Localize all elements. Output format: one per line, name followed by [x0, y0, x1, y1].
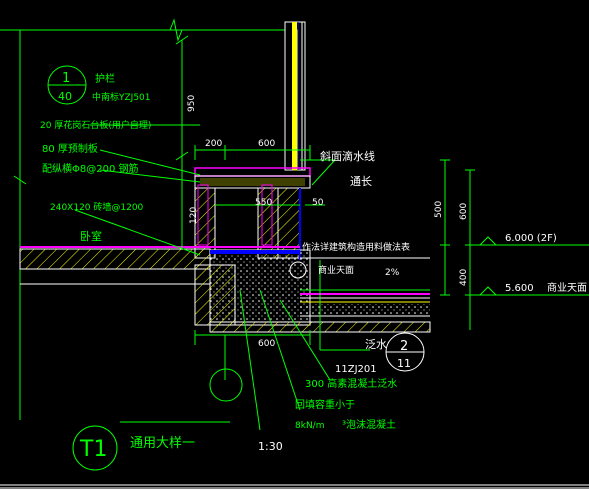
callout-right-bottom: 11 — [397, 357, 411, 370]
title-tag: T1 — [79, 437, 107, 462]
dim-600-bottom: 600 — [258, 339, 275, 349]
drawing-scale: 1:30 — [258, 440, 283, 453]
backfill-2-label: 8kN/m — [295, 421, 324, 431]
axis-circle — [209, 368, 243, 402]
std-label: 11ZJ201 — [335, 364, 377, 375]
callout-left-top: 1 — [62, 71, 70, 86]
elevation-2f: 6.000 (2F) — [505, 233, 557, 244]
dim-500: 500 — [434, 201, 444, 218]
sill-slab — [194, 167, 311, 189]
dim-50: 50 — [312, 198, 324, 208]
concrete-flash-label: 300 高素混凝土泛水 — [305, 377, 397, 390]
wall-label: 240X120 砖墙@1200 — [50, 201, 144, 213]
railing-ref: 中南标YZJ501 — [92, 91, 151, 103]
flashing-label: 泛水 — [365, 338, 387, 351]
bedroom-label: 卧室 — [80, 229, 102, 243]
slab-label: 80 厚预制板 — [42, 142, 98, 155]
granite-label: 20 厚花岗石台板(用户自理) — [40, 119, 151, 131]
rebar-label: 配纵横Φ8@200 钢筋 — [42, 162, 139, 175]
railing — [284, 21, 306, 171]
see-method-label: 作法详建筑构造用料做法表 — [302, 241, 410, 253]
backfill-label: 回填容重小于 — [295, 398, 355, 411]
shop-canopy-label: 商业天面 — [318, 264, 354, 276]
foam-label: ³泡沫混凝土 — [342, 418, 396, 431]
elevation-shop: 5.600 — [505, 283, 534, 294]
drawing-svg: 1 40 护栏 中南标YZJ501 20 厚花岗石台板(用户自理) 80 厚预制… — [0, 18, 589, 489]
drip-label: 斜面滴水线 — [320, 149, 375, 163]
slope-label: 2% — [385, 268, 400, 278]
railing-label: 护栏 — [95, 72, 115, 85]
drip-sub-label: 通长 — [350, 175, 372, 188]
callout-left-bottom: 40 — [58, 90, 72, 103]
dim-200: 200 — [205, 139, 222, 149]
drawing-title: 通用大样一 — [130, 436, 195, 451]
dim-120: 120 — [189, 207, 199, 224]
beam-and-fill — [194, 249, 431, 333]
dim-600-top: 600 — [258, 139, 275, 149]
dim-600-right: 600 — [459, 203, 469, 220]
dim-400: 400 — [459, 269, 469, 286]
dim-550: 550 — [255, 198, 272, 208]
brick-walls — [194, 184, 301, 260]
dim-950: 950 — [187, 95, 197, 112]
cad-drawing-canvas: 1 40 护栏 中南标YZJ501 20 厚花岗石台板(用户自理) 80 厚预制… — [0, 0, 589, 489]
callout-right-top: 2 — [400, 339, 408, 354]
elevation-shop-label: 商业天面 — [547, 281, 587, 294]
